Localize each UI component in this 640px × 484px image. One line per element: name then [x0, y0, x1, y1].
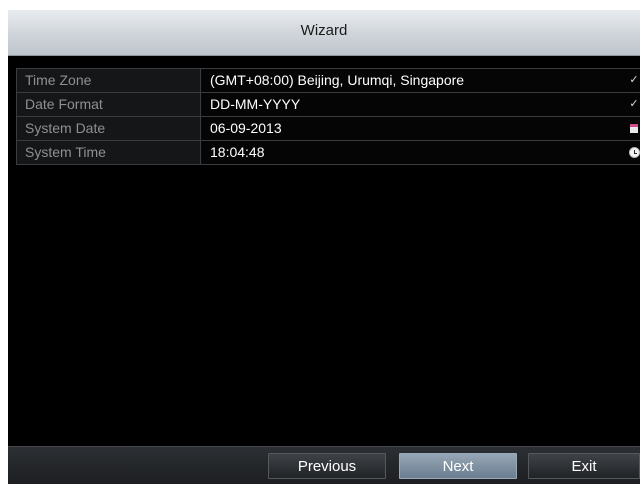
system-time-field[interactable]: 18:04:48	[202, 141, 640, 164]
window-title: Wizard	[300, 22, 348, 39]
chevron-down-icon[interactable]: ✓	[628, 93, 640, 116]
time-zone-label: Time Zone	[16, 69, 201, 92]
exit-button[interactable]: Exit	[528, 453, 640, 479]
previous-button[interactable]: Previous	[268, 453, 386, 479]
time-zone-select[interactable]: (GMT+08:00) Beijing, Urumqi, Singapore	[202, 69, 640, 92]
wizard-window: Wizard Time Zone (GMT+08:00) Beijing, Ur…	[8, 10, 640, 484]
date-format-row: Date Format DD-MM-YYYY ✓	[16, 93, 640, 117]
system-time-label: System Time	[16, 141, 201, 164]
button-bar: Previous Next Exit	[8, 446, 640, 484]
clock-icon[interactable]	[629, 147, 640, 158]
time-zone-row: Time Zone (GMT+08:00) Beijing, Urumqi, S…	[16, 69, 640, 93]
calendar-icon[interactable]	[630, 124, 638, 133]
chevron-down-icon[interactable]: ✓	[628, 69, 640, 92]
date-format-select[interactable]: DD-MM-YYYY	[202, 93, 640, 116]
date-format-label: Date Format	[16, 93, 201, 116]
title-bar: Wizard	[8, 10, 640, 56]
next-button[interactable]: Next	[399, 453, 517, 479]
system-date-field[interactable]: 06-09-2013	[202, 117, 640, 140]
wizard-content: Time Zone (GMT+08:00) Beijing, Urumqi, S…	[8, 56, 640, 446]
settings-grid: Time Zone (GMT+08:00) Beijing, Urumqi, S…	[16, 68, 640, 165]
system-time-row: System Time 18:04:48	[16, 141, 640, 165]
system-date-row: System Date 06-09-2013	[16, 117, 640, 141]
system-date-label: System Date	[16, 117, 201, 140]
